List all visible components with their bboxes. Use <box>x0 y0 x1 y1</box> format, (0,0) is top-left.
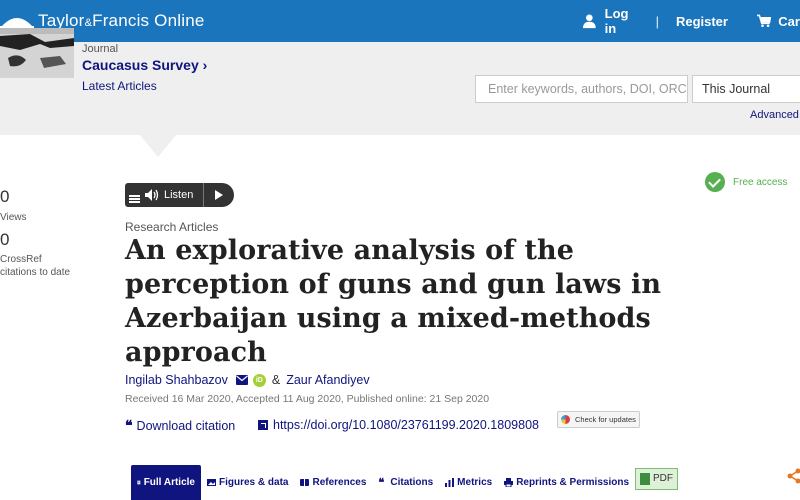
envelope-icon[interactable] <box>235 375 248 385</box>
image-icon <box>207 479 216 486</box>
band-pointer <box>140 135 176 157</box>
external-link-icon <box>258 420 268 430</box>
cart-link[interactable]: Cart <box>778 14 800 29</box>
tab-citations[interactable]: ❝ Citations <box>372 465 439 500</box>
crossref-count: 0 <box>0 230 10 249</box>
journal-label: Journal <box>82 43 119 55</box>
article-tabs: Full Article Figures & data References ❝… <box>131 465 678 500</box>
author-link[interactable]: Zaur Afandiyev <box>286 373 369 387</box>
tab-reprints-permissions[interactable]: Reprints & Permissions <box>498 465 635 500</box>
orcid-icon[interactable]: iD <box>252 373 266 387</box>
nav-divider: | <box>655 13 659 29</box>
cover-map-graphic <box>0 28 74 78</box>
article-title: An explorative analysis of the perceptio… <box>125 235 662 368</box>
author-list: Ingilab Shahbazov iD & Zaur Afandiyev <box>125 373 370 387</box>
views-label: Views <box>0 212 27 223</box>
bar-chart-icon <box>445 478 455 487</box>
chevron-right-icon: › <box>202 57 208 73</box>
quote-icon: ❝ <box>125 418 133 434</box>
crossmark-icon <box>561 415 570 424</box>
doi-link[interactable]: https://doi.org/10.1080/23761199.2020.18… <box>258 418 539 432</box>
journal-title-link[interactable]: Caucasus Survey › <box>82 57 207 73</box>
register-link[interactable]: Register <box>676 14 728 29</box>
document-icon <box>137 480 141 485</box>
account-nav: Log in | Register Cart <box>583 0 800 42</box>
journal-cover-image[interactable] <box>0 28 74 78</box>
latest-articles-link[interactable]: Latest Articles <box>82 79 157 93</box>
print-icon <box>504 478 514 487</box>
quote-icon: ❝ <box>378 476 385 489</box>
listen-player[interactable]: Listen <box>125 183 234 207</box>
download-citation-link[interactable]: ❝ Download citation <box>125 418 235 434</box>
menu-icon[interactable] <box>125 183 143 207</box>
tab-figures-data[interactable]: Figures & data <box>201 465 294 500</box>
pdf-download-button[interactable]: PDF <box>635 467 678 490</box>
listen-label: Listen <box>164 189 194 201</box>
book-icon <box>300 479 310 486</box>
free-access-badge: Free access <box>705 172 787 192</box>
check-for-updates-button[interactable]: Check for updates <box>557 411 640 428</box>
cart-icon <box>756 14 772 28</box>
play-icon[interactable] <box>215 190 224 200</box>
speaker-icon <box>145 189 159 201</box>
tab-full-article[interactable]: Full Article <box>131 465 201 500</box>
user-icon <box>583 14 596 29</box>
player-divider <box>203 183 205 207</box>
download-citation-label: Download citation <box>136 419 236 433</box>
tab-references[interactable]: References <box>294 465 372 500</box>
pdf-icon <box>640 472 650 485</box>
crossref-label: CrossRef citations to date <box>0 254 71 278</box>
search-input[interactable]: Enter keywords, authors, DOI, ORC <box>475 75 688 103</box>
free-access-label: Free access <box>733 176 788 188</box>
login-link[interactable]: Log in <box>605 6 636 36</box>
share-icon[interactable] <box>786 468 800 484</box>
publication-dates: Received 16 Mar 2020, Accepted 11 Aug 20… <box>125 393 490 405</box>
top-header: Taylor&Francis Online Log in | Register … <box>0 0 800 42</box>
search-scope-select[interactable]: This Journal <box>692 75 800 103</box>
author-separator: & <box>271 373 281 387</box>
article-section: Research Articles <box>125 220 219 234</box>
author-link[interactable]: Ingilab Shahbazov <box>125 373 228 387</box>
tab-metrics[interactable]: Metrics <box>439 465 498 500</box>
check-updates-label: Check for updates <box>575 415 636 424</box>
check-circle-icon <box>705 172 725 192</box>
doi-label: https://doi.org/10.1080/23761199.2020.18… <box>273 418 539 432</box>
views-count: 0 <box>0 187 10 206</box>
advanced-search-link[interactable]: Advanced se <box>750 109 800 121</box>
